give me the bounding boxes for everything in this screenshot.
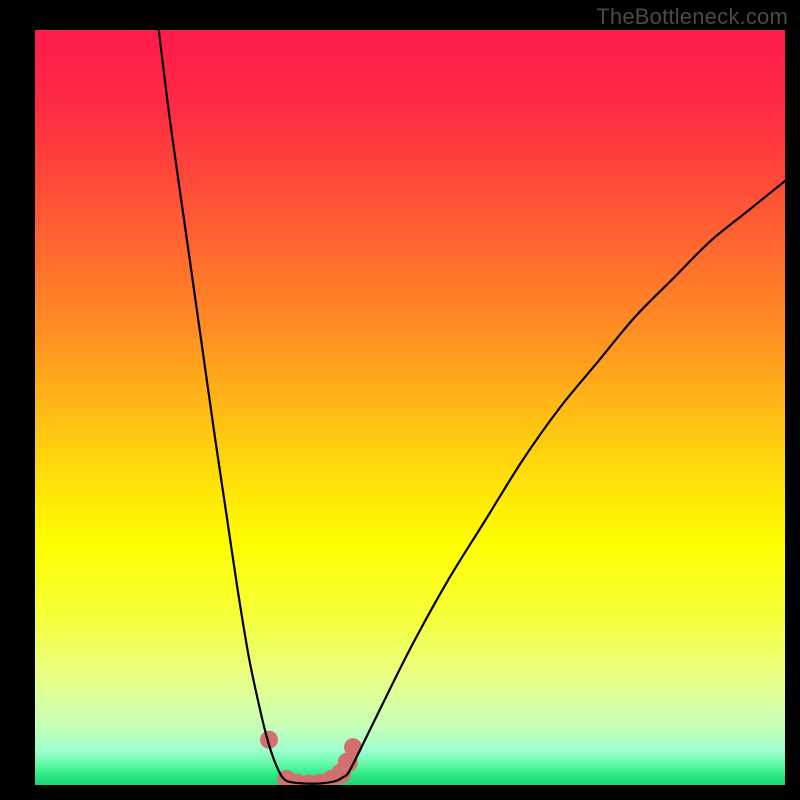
attribution-text: TheBottleneck.com	[596, 4, 788, 30]
chart-markers	[260, 731, 362, 785]
chart-svg	[35, 30, 785, 785]
chart-curve	[159, 30, 785, 784]
chart-plot-area	[35, 30, 785, 785]
